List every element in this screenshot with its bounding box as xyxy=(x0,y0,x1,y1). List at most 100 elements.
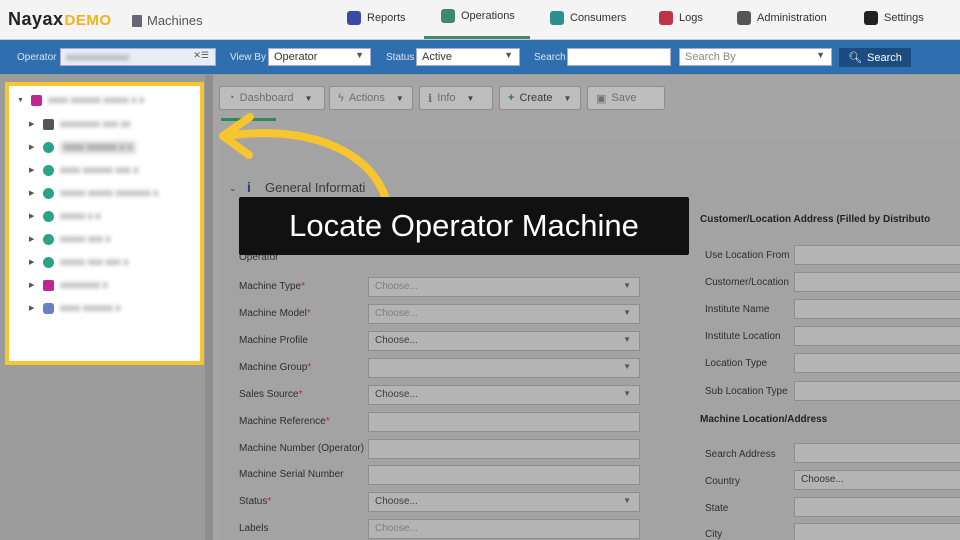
form-label: Sales Source* xyxy=(239,389,302,400)
view-by-select[interactable]: Operator ▼ xyxy=(268,48,371,66)
field-label-text: Machine Group xyxy=(239,362,308,373)
machine-icon xyxy=(132,14,142,27)
tree-item-device[interactable]: ▶ xxxx xxxxxx x xyxy=(29,300,121,316)
form-label: Machine Type* xyxy=(239,281,305,292)
machine-location-heading: Machine Location/Address xyxy=(700,414,828,425)
chevron-down-icon: ▼ xyxy=(304,93,313,103)
chevron-down-icon: ▼ xyxy=(395,93,404,103)
address-input[interactable] xyxy=(794,497,960,517)
field-label-text: Machine Profile xyxy=(239,335,308,346)
gear-icon xyxy=(864,11,878,25)
expand-icon[interactable]: ▶ xyxy=(29,143,37,151)
search-button[interactable]: 🔍︎ Search xyxy=(839,48,911,67)
field-value: Choose... xyxy=(375,523,418,534)
logs-icon xyxy=(659,11,673,25)
search-icon: 🔍︎ xyxy=(848,52,863,64)
form-select[interactable]: Choose... ▼ xyxy=(368,385,640,405)
required-marker: * xyxy=(307,362,312,373)
form-text-input[interactable] xyxy=(368,439,640,459)
location-input[interactable] xyxy=(794,245,960,265)
save-button[interactable]: ▣ Save xyxy=(587,86,665,110)
nayax-logo[interactable]: NayaxDEMO xyxy=(8,9,112,30)
pie-chart-icon: ◔ xyxy=(228,92,235,104)
tree-root-operator[interactable]: ▼ xxxx xxxxxx xxxxx x x xyxy=(17,92,144,108)
expand-icon[interactable]: ▶ xyxy=(29,189,37,197)
field-label-text: Machine Model xyxy=(239,308,307,319)
nav-administration[interactable]: Administration xyxy=(737,11,827,25)
nav-reports[interactable]: Reports xyxy=(347,11,406,25)
expand-icon[interactable]: ▶ xyxy=(29,281,37,289)
tree-item-machine[interactable]: ▶ xxxx xxxxxx xxx x xyxy=(29,162,138,178)
address-input[interactable]: Choose... xyxy=(794,470,960,490)
form-select[interactable]: Choose... ▼ xyxy=(368,304,640,324)
nav-logs[interactable]: Logs xyxy=(659,11,703,25)
search-by-select[interactable]: Search By ▼ xyxy=(679,48,832,66)
nav-consumers[interactable]: Consumers xyxy=(550,11,626,25)
form-select[interactable]: Choose... ▼ xyxy=(368,492,640,512)
form-label: Machine Model* xyxy=(239,308,311,319)
top-navbar: NayaxDEMO Machines Reports Operations Co… xyxy=(0,0,960,40)
location-input[interactable] xyxy=(794,353,960,373)
search-label: Search xyxy=(534,52,566,63)
form-label: Labels xyxy=(239,523,268,534)
chevron-down-icon: ▼ xyxy=(623,281,631,290)
machine-tree: ▼ xxxx xxxxxx xxxxx x x ▶ xxxxxxxx xxx xx … xyxy=(5,82,204,365)
customer-address-heading: Customer/Location Address (Filled by Dis… xyxy=(700,214,931,225)
expand-icon[interactable]: ▶ xyxy=(29,120,37,128)
collapse-icon[interactable]: ▼ xyxy=(17,97,25,104)
location-input[interactable] xyxy=(794,272,960,292)
clear-list-icon[interactable]: ✕☰ xyxy=(193,50,209,61)
operator-label: Operator xyxy=(17,52,57,63)
location-field-label: Location Type xyxy=(705,358,768,369)
expand-icon[interactable]: ▶ xyxy=(29,258,37,266)
tree-item-machine[interactable]: ▶ xxxxx xxx x xyxy=(29,231,111,247)
vend-icon xyxy=(43,141,54,153)
lightning-icon: ϟ xyxy=(338,92,344,104)
tree-item-folder[interactable]: ▶ xxxxxxxx xxx xx xyxy=(29,116,131,132)
nav-settings[interactable]: Settings xyxy=(864,11,924,25)
chevron-down-icon: ▼ xyxy=(623,496,631,505)
field-label-text: Machine Reference xyxy=(239,416,326,427)
tree-item-machine[interactable]: ▶ xxxx xxxxxx x x xyxy=(29,139,137,155)
field-value: Choose... xyxy=(375,281,418,292)
address-input[interactable] xyxy=(794,443,960,463)
form-label: Machine Group* xyxy=(239,362,311,373)
form-text-input[interactable] xyxy=(368,465,640,485)
tree-item-machine[interactable]: ▶ xxxxx xxxxx xxxxxxx x xyxy=(29,185,158,201)
folder-icon xyxy=(43,118,54,130)
operator-icon xyxy=(31,94,42,106)
expand-icon[interactable]: ▶ xyxy=(29,304,37,312)
tutorial-callout: Locate Operator Machine xyxy=(239,197,689,255)
chart-icon xyxy=(347,11,361,25)
search-input[interactable] xyxy=(567,48,671,66)
status-select[interactable]: Active ▼ xyxy=(416,48,520,66)
nav-operations[interactable]: Operations xyxy=(441,9,515,23)
info-button[interactable]: ℹ Info ▼ xyxy=(419,86,493,110)
location-input[interactable] xyxy=(794,299,960,319)
save-icon: ▣ xyxy=(596,92,607,105)
expand-icon[interactable]: ▶ xyxy=(29,212,37,220)
expand-icon[interactable]: ▶ xyxy=(29,166,37,174)
operator-input[interactable]: xxxxxxxxxxxxxx ✕☰ xyxy=(60,48,216,66)
form-select[interactable]: Choose... ▼ xyxy=(368,277,640,297)
location-input[interactable] xyxy=(794,326,960,346)
chevron-down-icon: ▼ xyxy=(466,93,475,103)
location-input[interactable] xyxy=(794,381,960,401)
form-select[interactable]: Choose... ▼ xyxy=(368,331,640,351)
address-input[interactable] xyxy=(794,523,960,540)
required-marker: * xyxy=(301,281,305,292)
tree-item-machine[interactable]: ▶ xxxxx xxx xxx x xyxy=(29,254,128,270)
form-label: Machine Profile xyxy=(239,335,308,346)
form-text-input[interactable] xyxy=(368,412,640,432)
field-label-text: Sales Source xyxy=(239,389,299,400)
tree-item-machine[interactable]: ▶ xxxxx x x xyxy=(29,208,101,224)
create-button[interactable]: + Create ▼ xyxy=(499,86,581,110)
expand-icon[interactable]: ▶ xyxy=(29,235,37,243)
tree-item-operator[interactable]: ▶ xxxxxxxx x xyxy=(29,277,108,293)
field-label-text: Status xyxy=(239,496,268,507)
form-label: Machine Serial Number xyxy=(239,469,344,480)
form-select[interactable]: ▼ xyxy=(368,358,640,378)
chevron-down-icon: ▼ xyxy=(816,50,825,60)
field-label-text: Machine Serial Number xyxy=(239,469,344,480)
form-text-input[interactable]: Choose... xyxy=(368,519,640,539)
